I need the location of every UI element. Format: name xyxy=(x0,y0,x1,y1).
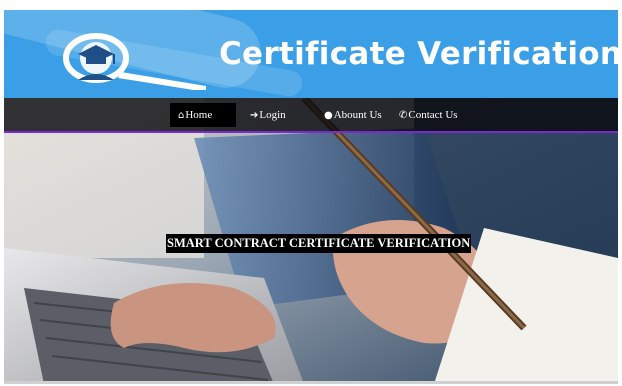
nav-about-us[interactable]: ●Abount Us xyxy=(324,103,382,127)
home-icon: ⌂ xyxy=(178,110,185,121)
page-frame: Certificate Verification ⌂Home ➔Login ●A… xyxy=(4,10,618,384)
user-icon: ● xyxy=(324,110,333,121)
graduation-magnifier-icon xyxy=(63,33,206,90)
login-icon: ➔ xyxy=(250,110,259,121)
phone-icon: ✆ xyxy=(399,110,408,121)
hero-section: ⌂Home ➔Login ●Abount Us ✆Contact Us SMAR… xyxy=(4,98,618,384)
hero-title: SMART CONTRACT CERTIFICATE VERIFICATION xyxy=(166,234,472,253)
nav-contact-us[interactable]: ✆Contact Us xyxy=(399,103,458,127)
site-title: Certificate Verification xyxy=(219,36,618,72)
nav-login[interactable]: ➔Login xyxy=(250,103,286,127)
main-nav: ⌂Home ➔Login ●Abount Us ✆Contact Us xyxy=(4,98,618,133)
divider xyxy=(4,381,618,384)
nav-home[interactable]: ⌂Home xyxy=(170,103,236,127)
header-banner: Certificate Verification xyxy=(4,10,618,98)
